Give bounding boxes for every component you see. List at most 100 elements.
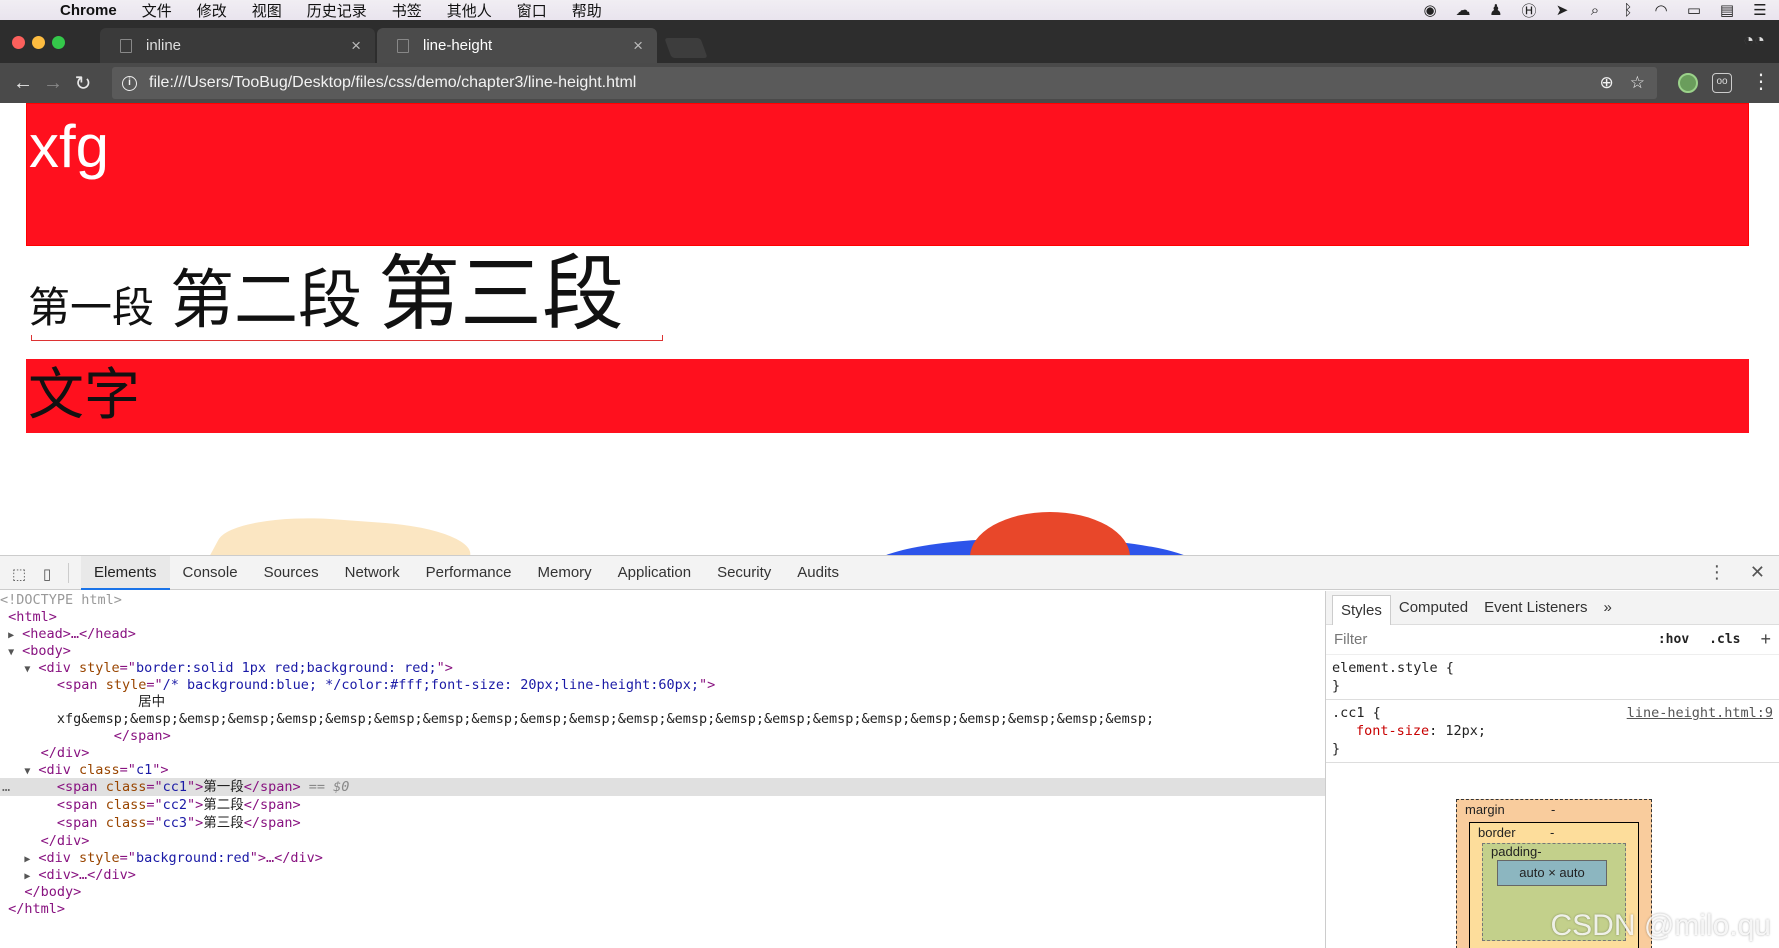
tab-computed[interactable]: Computed (1391, 591, 1476, 625)
dom-node[interactable]: </html> (0, 900, 1325, 918)
menu-help[interactable]: 帮助 (572, 0, 602, 21)
apple-icon[interactable] (22, 1, 38, 19)
qq-icon[interactable]: ♟ (1487, 1, 1505, 19)
close-devtools-icon[interactable]: ✕ (1750, 562, 1765, 583)
dom-node[interactable]: <span class="cc3">第三段</span> (0, 814, 1325, 832)
menu-file[interactable]: 文件 (142, 0, 172, 21)
url-text[interactable]: file:///Users/TooBug/Desktop/files/css/d… (149, 74, 636, 92)
devtools-menu-icon[interactable]: ⋮ (1708, 562, 1726, 583)
rule-selector: .cc1 { (1332, 705, 1381, 721)
menu-edit[interactable]: 修改 (197, 0, 227, 21)
tab-styles[interactable]: Styles (1332, 594, 1391, 625)
dom-node[interactable]: ▼ <div style="border:solid 1px red;backgr… (0, 659, 1325, 677)
window-minimize-button[interactable] (32, 36, 45, 49)
tab-sources[interactable]: Sources (251, 556, 332, 590)
dom-node[interactable]: ▼ <body> (0, 642, 1325, 660)
battery-icon[interactable]: ▭ (1685, 1, 1703, 19)
mac-menubar: Chrome 文件 修改 视图 历史记录 书签 其他人 窗口 帮助 ◉ ☁ ♟ … (0, 0, 1779, 20)
text-node[interactable]: xfg&emsp;&emsp;&emsp;&emsp;&emsp;&emsp;&… (0, 710, 1325, 728)
tab-audits[interactable]: Audits (784, 556, 852, 590)
record-icon[interactable]: ◉ (1421, 1, 1439, 19)
new-tab-button[interactable] (664, 38, 708, 58)
device-toolbar-icon[interactable]: ▯ (38, 565, 56, 583)
spotlight-search-icon[interactable]: ⌕ (1586, 2, 1604, 19)
dom-node[interactable]: <span class="cc2">第二段</span> (0, 796, 1325, 814)
flag-icon[interactable]: ▤ (1718, 1, 1736, 19)
dom-node[interactable]: </div> (0, 832, 1325, 850)
bluetooth-icon[interactable]: ᛒ (1619, 2, 1637, 19)
reload-icon[interactable]: ↻ (68, 71, 98, 96)
box-model-content[interactable]: auto × auto (1497, 860, 1607, 886)
dom-node[interactable]: ▼ <div class="c1"> (0, 761, 1325, 779)
rule-declaration[interactable]: font-size: 12px; (1332, 722, 1773, 740)
chrome-menu-icon[interactable]: ⋮ (1751, 69, 1771, 94)
back-icon[interactable]: ← (8, 72, 38, 95)
close-icon[interactable]: × (351, 36, 361, 56)
info-icon[interactable]: i (122, 75, 137, 91)
extension-mask-icon[interactable]: oo (1712, 73, 1732, 93)
dom-node[interactable]: </body> (0, 883, 1325, 901)
dom-node[interactable]: </div> (0, 744, 1325, 762)
elements-tree[interactable]: <!DOCTYPE html> <html> ▶ <head>…</head> ▼… (0, 591, 1325, 948)
menu-people[interactable]: 其他人 (447, 0, 492, 21)
menu-app-chrome[interactable]: Chrome (60, 2, 117, 19)
rule-source-link[interactable]: line-height.html:9 (1627, 704, 1773, 722)
zoom-icon[interactable]: ⊕ (1600, 73, 1614, 93)
dom-node[interactable]: ▶ <head>…</head> (0, 625, 1325, 643)
tab-event-listeners[interactable]: Event Listeners (1476, 591, 1595, 625)
dom-node-selected[interactable]: … <span class="cc1">第一段</span> == $0 (0, 778, 1325, 796)
tab-application[interactable]: Application (605, 556, 704, 590)
tab-line-height[interactable]: line-height × (377, 28, 657, 63)
window-close-button[interactable] (12, 36, 25, 49)
dom-node[interactable]: ▶ <div>…</div> (0, 866, 1325, 884)
send-icon[interactable]: ➤ (1553, 1, 1571, 19)
inspect-element-icon[interactable]: ⬚ (10, 565, 28, 583)
dom-node[interactable]: <html> (0, 608, 1325, 626)
tab-network[interactable]: Network (332, 556, 413, 590)
red-block-xfg: xfg (26, 103, 1749, 246)
address-bar[interactable]: i file:///Users/TooBug/Desktop/files/css… (112, 67, 1657, 99)
styles-tabbar: Styles Computed Event Listeners » (1326, 591, 1779, 625)
wifi-icon[interactable]: ◠ (1652, 1, 1670, 19)
tab-title: inline (146, 37, 182, 54)
forward-icon[interactable]: → (38, 72, 68, 95)
tab-elements[interactable]: Elements (81, 555, 170, 590)
styles-filter-row: Filter :hov .cls + (1326, 625, 1779, 655)
h-badge-icon[interactable]: Ⓗ (1520, 0, 1538, 21)
add-rule-icon[interactable]: + (1760, 629, 1771, 650)
hov-toggle[interactable]: :hov (1658, 632, 1689, 647)
cloud-icon[interactable]: ☁ (1454, 1, 1472, 19)
tab-console[interactable]: Console (170, 556, 251, 590)
more-tabs-chevron-icon[interactable]: » (1595, 591, 1619, 625)
extension-green-icon[interactable] (1678, 73, 1698, 93)
tab-inline[interactable]: inline × (100, 28, 375, 63)
page-viewport: xfg 第一段 第二段 第三段 文字 (0, 103, 1779, 555)
incognito-icon: ◔◔ (1743, 30, 1765, 50)
tab-performance[interactable]: Performance (413, 556, 525, 590)
menu-history[interactable]: 历史记录 (307, 0, 367, 21)
window-zoom-button[interactable] (52, 36, 65, 49)
browser-toolbar: ← → ↻ i file:///Users/TooBug/Desktop/fil… (0, 63, 1779, 103)
tab-memory[interactable]: Memory (525, 556, 605, 590)
xfg-text: xfg (29, 113, 110, 180)
filter-input[interactable]: Filter (1334, 631, 1367, 648)
menu-window[interactable]: 窗口 (517, 0, 547, 21)
cc1-rule[interactable]: .cc1 { line-height.html:9 font-size: 12px… (1326, 700, 1779, 763)
dom-node[interactable]: ▶ <div style="background:red">…</div> (0, 849, 1325, 867)
watermark: CSDN @milo.qu (1550, 909, 1771, 942)
close-icon[interactable]: × (633, 36, 643, 56)
dom-node[interactable]: <!DOCTYPE html> (0, 591, 1325, 609)
decorative-shape (970, 512, 1130, 555)
notification-list-icon[interactable]: ☰ (1751, 1, 1769, 19)
dom-node[interactable]: <span style="/* background:blue; */color… (0, 676, 1325, 694)
menu-bookmarks[interactable]: 书签 (392, 0, 422, 21)
menu-view[interactable]: 视图 (252, 0, 282, 21)
tab-security[interactable]: Security (704, 556, 784, 590)
element-style-rule[interactable]: element.style { } (1326, 655, 1779, 700)
inspect-highlight (31, 335, 663, 341)
cls-toggle[interactable]: .cls (1709, 632, 1740, 647)
bookmark-star-icon[interactable]: ☆ (1630, 73, 1645, 93)
tab-strip: inline × line-height × ◔◔ (0, 20, 1779, 63)
dom-node[interactable]: </span> (0, 727, 1325, 745)
text-node[interactable]: 居中 (0, 693, 1325, 711)
